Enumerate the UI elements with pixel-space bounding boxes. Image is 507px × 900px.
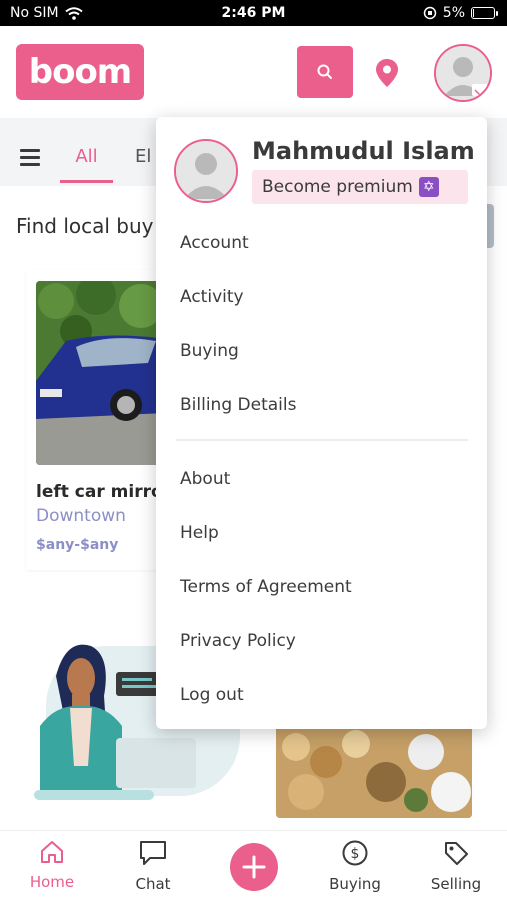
search-button[interactable] [297, 46, 353, 98]
active-tab-indicator [60, 180, 113, 183]
nav-home[interactable]: Home [17, 839, 87, 891]
avatar-placeholder-icon [176, 141, 236, 201]
section-title: Find local buy [16, 214, 154, 238]
chat-icon [140, 841, 166, 865]
listing-card-food[interactable] [276, 722, 472, 818]
nav-chat[interactable]: Chat [118, 839, 188, 893]
svg-text:$: $ [351, 846, 360, 862]
app-logo[interactable]: boom [16, 44, 144, 100]
bottom-navigation: Home Chat $ Buying Selling [0, 830, 507, 900]
tab-all[interactable]: All [60, 146, 113, 167]
menu-item-help[interactable]: Help [180, 523, 219, 543]
location-pin-icon [376, 59, 398, 87]
menu-item-billing-details[interactable]: Billing Details [180, 395, 296, 415]
listing-location: Downtown [36, 506, 126, 526]
menu-item-buying[interactable]: Buying [180, 341, 239, 361]
nav-buying[interactable]: $ Buying [320, 839, 390, 893]
home-icon [41, 841, 63, 863]
listing-price: $any-$any [36, 537, 119, 553]
become-premium-button[interactable]: Become premium ✡ [252, 170, 468, 204]
nav-selling-label: Selling [430, 875, 482, 893]
star-of-david-icon: ✡ [418, 177, 439, 197]
menu-item-about[interactable]: About [180, 469, 230, 489]
search-icon [317, 64, 332, 79]
menu-item-log-out[interactable]: Log out [180, 685, 244, 705]
listing-image[interactable] [36, 281, 166, 465]
menu-item-privacy-policy[interactable]: Privacy Policy [180, 631, 296, 651]
listing-title: left car mirror [36, 482, 172, 502]
menu-divider [176, 439, 468, 441]
battery-percent: 5% [442, 5, 465, 21]
status-right: 5% [423, 5, 498, 21]
profile-avatar-button[interactable] [434, 44, 492, 102]
nav-selling[interactable]: Selling [421, 839, 491, 893]
dollar-circle-icon: $ [342, 840, 368, 866]
menu-item-account[interactable]: Account [180, 233, 249, 253]
profile-dropdown-menu: Mahmudul Islam Become premium ✡ Account … [156, 117, 487, 729]
menu-item-activity[interactable]: Activity [180, 287, 244, 307]
nav-buying-label: Buying [329, 875, 381, 893]
car-photo-graphic [36, 281, 166, 465]
battery-icon [471, 7, 498, 19]
add-listing-button[interactable] [230, 843, 278, 891]
chevron-down-icon [472, 84, 488, 97]
battery-level [473, 9, 474, 17]
status-bar: No SIM 2:46 PM 5% [0, 0, 507, 26]
location-button[interactable] [374, 58, 400, 92]
tab-next-partial[interactable]: El [135, 146, 151, 167]
user-name: Mahmudul Islam [252, 137, 475, 165]
menu-icon[interactable] [20, 149, 40, 170]
tag-icon [445, 842, 468, 865]
menu-avatar[interactable] [174, 139, 238, 203]
nav-home-label: Home [29, 873, 75, 891]
plus-icon [242, 855, 266, 879]
orientation-lock-icon [423, 6, 437, 20]
food-photo-graphic [276, 722, 472, 818]
premium-label: Become premium [262, 177, 413, 197]
app-header: boom [0, 26, 507, 118]
menu-item-terms[interactable]: Terms of Agreement [180, 577, 352, 597]
nav-chat-label: Chat [135, 875, 171, 893]
